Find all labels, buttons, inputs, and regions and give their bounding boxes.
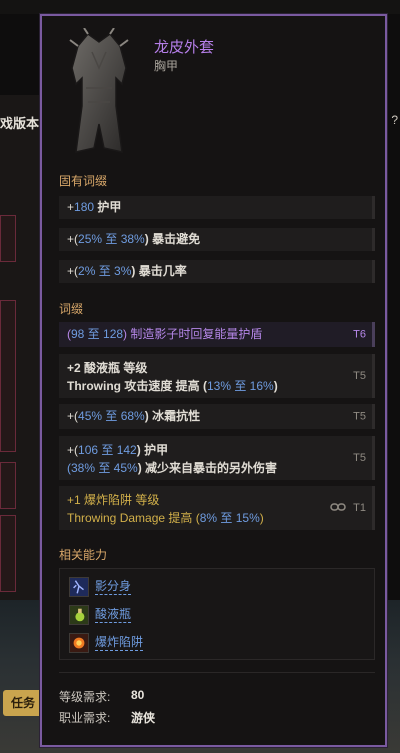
help-icon[interactable]: ? xyxy=(391,113,398,127)
tier-badge: T6 xyxy=(353,328,366,340)
tier-badge: T5 xyxy=(353,410,366,422)
affix-row-explosive-trap: +1 爆炸陷阱 等级 Throwing Damage 提高 (8% 至 15%)… xyxy=(59,486,375,530)
affix-text: ) xyxy=(259,511,264,525)
requirement-value: 游侠 xyxy=(131,711,156,725)
divider xyxy=(59,672,375,673)
affix-row-acid-flask: +2 酸液瓶 等级 Throwing 攻击速度 提高 (13% 至 16%) T… xyxy=(59,354,375,398)
affix-line: Throwing Damage 提高 (8% 至 15%) xyxy=(67,509,264,526)
affix-value: 45% 至 68% xyxy=(78,409,145,423)
affix-value: 180 xyxy=(74,200,95,214)
affix-text: ) 减少来自暴击的另外伤害 xyxy=(137,461,278,475)
affix-prefix: +( xyxy=(67,409,79,423)
inventory-slot[interactable] xyxy=(0,300,16,452)
ability-label[interactable]: 影分身 xyxy=(95,579,132,595)
affix-value: +1 xyxy=(67,493,81,507)
tier-badge: T1 xyxy=(353,502,366,514)
item-header: 龙皮外套 胸甲 xyxy=(42,16,385,166)
affix-prefix: +( xyxy=(67,232,79,246)
related-section-title: 相关能力 xyxy=(59,548,108,562)
affix-text: ) xyxy=(273,379,278,393)
affix-prefix: + xyxy=(67,200,75,214)
affix-row-shadow-ward: (98 至 128) 制造影子时回复能量护盾 T6 xyxy=(59,322,375,347)
affix-value: 106 至 142 xyxy=(78,443,137,457)
affix-text: ) 制造影子时回复能量护盾 xyxy=(123,327,263,341)
affix-text: ) 暴击避免 xyxy=(144,232,201,246)
ability-label[interactable]: 酸液瓶 xyxy=(95,607,132,623)
item-tooltip: 龙皮外套 胸甲 固有词缀 +180 护甲 +(25% 至 38%) 暴击避免 +… xyxy=(40,14,387,747)
affix-line: Throwing 攻击速度 提高 (13% 至 16%) xyxy=(67,377,278,394)
implicit-row-crit-avoid: +(25% 至 38%) 暴击避免 xyxy=(59,228,375,251)
version-label: 戏版本: xyxy=(0,116,44,131)
affix-text: Throwing Damage 提高 ( xyxy=(67,511,200,525)
affix-text: ) 暴击几率 xyxy=(131,264,187,278)
affix-line: (38% 至 45%) 减少来自暴击的另外伤害 xyxy=(67,459,277,476)
affix-value: 25% 至 38% xyxy=(78,232,145,246)
requirement-label: 职业需求: xyxy=(59,711,111,725)
affix-value: 38% 至 45% xyxy=(71,461,138,475)
affix-text: ) 冰霜抗性 xyxy=(144,409,201,423)
affix-text: 护甲 xyxy=(94,200,122,214)
affix-line: +2 酸液瓶 等级 xyxy=(67,359,147,376)
item-name: 龙皮外套 xyxy=(154,39,215,56)
shadow-clone-icon xyxy=(69,577,89,597)
related-abilities-box: 影分身 酸液瓶 爆炸陷阱 xyxy=(59,568,375,660)
affix-text: Throwing 攻击速度 提高 ( xyxy=(67,379,207,393)
inventory-slot[interactable] xyxy=(0,462,16,509)
tier-badge: T5 xyxy=(353,452,366,464)
explosive-trap-icon xyxy=(69,633,89,653)
affix-value: 2% 至 3% xyxy=(78,264,132,278)
acid-flask-icon xyxy=(69,605,89,625)
item-type: 胸甲 xyxy=(154,59,179,73)
affix-value: 98 至 128 xyxy=(71,327,124,341)
affix-line: +(106 至 142) 护甲 xyxy=(67,441,168,458)
affix-section-title: 词缀 xyxy=(59,302,84,316)
class-requirement: 职业需求: 游侠 xyxy=(59,709,155,726)
implicit-row-crit-chance: +(2% 至 3%) 暴击几率 xyxy=(59,260,375,283)
implicit-row-armor: +180 护甲 xyxy=(59,196,375,219)
affix-line: +1 爆炸陷阱 等级 xyxy=(67,491,159,508)
affix-text: 酸液瓶 等级 xyxy=(80,361,148,375)
inventory-slot[interactable] xyxy=(0,215,16,262)
ability-label[interactable]: 爆炸陷阱 xyxy=(95,635,144,651)
tier-badge: T5 xyxy=(353,370,366,382)
affix-value: 13% 至 16% xyxy=(207,379,274,393)
background-top-bar xyxy=(0,0,400,14)
affix-prefix: +( xyxy=(67,443,79,457)
inventory-slot[interactable] xyxy=(0,515,16,592)
affix-prefix: +( xyxy=(67,264,79,278)
affix-row-frost-res: +(45% 至 68%) 冰霜抗性 T5 xyxy=(59,404,375,429)
requirement-value: 80 xyxy=(131,688,145,702)
affix-text: 爆炸陷阱 等级 xyxy=(80,493,160,507)
affix-value: +2 xyxy=(67,361,81,375)
link-icon[interactable] xyxy=(330,501,346,513)
implicit-section-title: 固有词缀 xyxy=(59,174,108,188)
affix-row-armor-crit-dr: +(106 至 142) 护甲 (38% 至 45%) 减少来自暴击的另外伤害 … xyxy=(59,436,375,480)
affix-value: 8% 至 15% xyxy=(199,511,260,525)
dragonhide-coat-icon xyxy=(69,28,129,153)
level-requirement: 等级需求: 80 xyxy=(59,688,144,705)
task-button[interactable]: 任务 xyxy=(3,690,43,716)
requirement-label: 等级需求: xyxy=(59,690,111,704)
affix-text: ) 护甲 xyxy=(136,443,169,457)
